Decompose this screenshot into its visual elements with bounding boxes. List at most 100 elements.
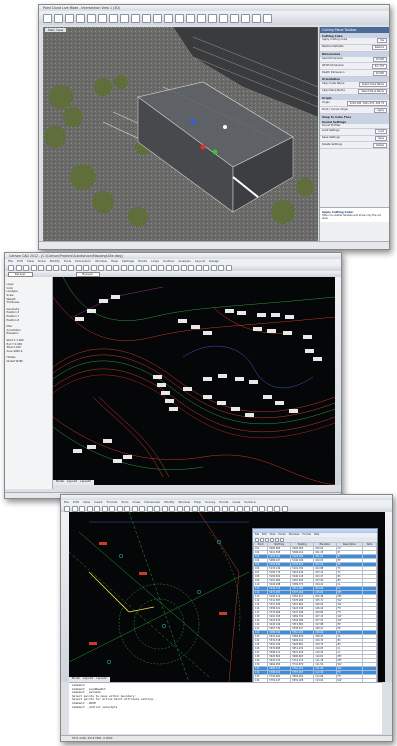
toolbar-button[interactable]: [236, 505, 243, 512]
toolbar-button[interactable]: [199, 505, 205, 512]
menu-item[interactable]: Draw: [38, 259, 46, 263]
table-tool-button[interactable]: [260, 537, 264, 542]
toolbar-button[interactable]: [79, 505, 85, 512]
row-value[interactable]: Load: [375, 129, 387, 135]
menu-item[interactable]: Surface: [244, 500, 255, 504]
toolbar-button[interactable]: [15, 264, 22, 271]
toolbar-button[interactable]: [90, 264, 97, 271]
toolbar-button[interactable]: [169, 505, 175, 512]
toolbar-button[interactable]: [71, 505, 78, 512]
menu-item[interactable]: Lines: [151, 259, 159, 263]
toolbar-button[interactable]: [43, 13, 52, 23]
toolbar-button[interactable]: [135, 264, 142, 271]
toolbar-button[interactable]: [218, 264, 224, 271]
toolbar-button[interactable]: [175, 13, 184, 23]
toolbar-button[interactable]: [195, 264, 202, 271]
layer-dropdown[interactable]: ByLayer: [8, 271, 33, 277]
table-tool-button[interactable]: [275, 537, 279, 542]
menu-item[interactable]: View: [83, 500, 90, 504]
toolbar-button[interactable]: [30, 264, 37, 271]
table-menu-item[interactable]: Tools: [270, 533, 276, 536]
menu-item[interactable]: Insert: [94, 500, 103, 504]
toolbar-button[interactable]: [146, 505, 153, 512]
toolbar-button[interactable]: [101, 505, 108, 512]
menu-item[interactable]: Format: [107, 500, 118, 504]
toolbar-button[interactable]: [230, 13, 239, 23]
toolbar-button[interactable]: [206, 505, 213, 512]
row-value[interactable]: Apply: [374, 107, 387, 113]
toolbar-button[interactable]: [221, 505, 228, 512]
menu-item[interactable]: Surface: [163, 259, 174, 263]
table-menu-item[interactable]: Help: [314, 533, 319, 536]
table-tool-button[interactable]: [255, 537, 259, 542]
toolbar-button[interactable]: [131, 13, 140, 23]
toolbar-button[interactable]: [251, 505, 258, 512]
toolbar-button[interactable]: [274, 505, 280, 512]
toolbar-button[interactable]: [142, 13, 151, 23]
toolbar-button[interactable]: [154, 505, 160, 512]
toolbar-button[interactable]: [131, 505, 138, 512]
row-value[interactable]: Select Cube Name: [358, 82, 387, 88]
table-menu-item[interactable]: Format: [302, 533, 310, 536]
toolbar-button[interactable]: [94, 505, 100, 512]
row-value[interactable]: 24.500: [372, 56, 387, 62]
toolbar-button[interactable]: [252, 13, 261, 23]
toolbar-button[interactable]: [281, 505, 288, 512]
menu-item[interactable]: File: [8, 259, 13, 263]
toolbar-button[interactable]: [98, 13, 107, 23]
menu-item[interactable]: Points: [219, 500, 228, 504]
menu-item[interactable]: Tools: [64, 259, 71, 263]
toolbar-button[interactable]: [120, 264, 127, 271]
toolbar-button[interactable]: [109, 13, 118, 23]
menu-item[interactable]: Layout: [195, 259, 205, 263]
menu-item[interactable]: Dimension: [144, 500, 160, 504]
menu-item[interactable]: Analysis: [178, 259, 190, 263]
toolbar-button[interactable]: [54, 13, 63, 23]
toolbar-button[interactable]: [259, 505, 265, 512]
table-tool-button[interactable]: [265, 537, 269, 542]
table-tool-button[interactable]: [280, 537, 284, 542]
toolbar-button[interactable]: [197, 13, 206, 23]
toolbar-button[interactable]: [109, 505, 115, 512]
toolbar-button[interactable]: [164, 13, 173, 23]
toolbar-button[interactable]: [229, 505, 235, 512]
toolbar-button[interactable]: [210, 264, 217, 271]
toolbar-button[interactable]: [75, 264, 82, 271]
toolbar-button[interactable]: [105, 264, 112, 271]
toolbar-button[interactable]: [124, 505, 130, 512]
toolbar-button[interactable]: [219, 13, 228, 23]
menu-item[interactable]: Draw: [133, 500, 141, 504]
row-value[interactable]: Delete: [373, 142, 387, 148]
menu-item[interactable]: Window: [178, 500, 190, 504]
toolbar-button[interactable]: [45, 264, 52, 271]
toolbar-button[interactable]: [86, 505, 93, 512]
menu-item[interactable]: Help: [111, 259, 118, 263]
toolbar-button[interactable]: [165, 264, 172, 271]
row-value[interactable]: Save: [375, 135, 387, 141]
toolbar-button[interactable]: [176, 505, 183, 512]
toolbar-button[interactable]: [116, 505, 123, 512]
toolbar-button[interactable]: [23, 264, 29, 271]
menu-item[interactable]: Survey: [205, 500, 215, 504]
toolbar-button[interactable]: [60, 264, 67, 271]
toolbar-button[interactable]: [113, 264, 119, 271]
menu-item[interactable]: Points: [138, 259, 147, 263]
row-value[interactable]: Select Plane Name: [358, 89, 387, 95]
table-menu-item[interactable]: Edit: [262, 533, 267, 536]
toolbar-button[interactable]: [150, 264, 157, 271]
menu-item[interactable]: Settings: [122, 259, 134, 263]
toolbar-button[interactable]: [186, 13, 195, 23]
menu-item[interactable]: Lines: [232, 500, 240, 504]
menu-item[interactable]: Modify: [164, 500, 174, 504]
toolbar-button[interactable]: [8, 264, 14, 271]
table-tool-button[interactable]: [270, 537, 274, 542]
drawing-area[interactable]: File Edit Tools Points Windows Format Help Poi…: [69, 512, 385, 682]
menu-item[interactable]: Edit: [73, 500, 79, 504]
view-tab[interactable]: Main View: [45, 28, 67, 32]
toolbar-button[interactable]: [158, 264, 164, 271]
menu-item[interactable]: Tools: [121, 500, 128, 504]
menu-item[interactable]: Dimension: [75, 259, 91, 263]
toolbar-button[interactable]: [87, 13, 96, 23]
toolbar-button[interactable]: [120, 13, 129, 23]
menu-item[interactable]: View: [27, 259, 34, 263]
